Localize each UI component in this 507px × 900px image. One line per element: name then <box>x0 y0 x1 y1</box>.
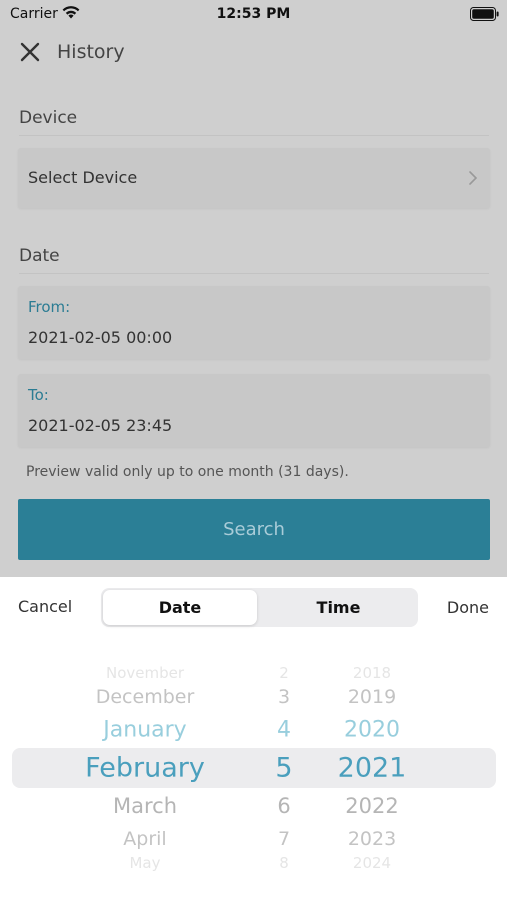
device-divider <box>19 135 489 136</box>
from-date-field[interactable]: From: 2021-02-05 00:00 <box>18 286 490 359</box>
to-value: 2021-02-05 23:45 <box>28 416 173 435</box>
device-section-label: Device <box>19 108 78 128</box>
day-wheel-item: 5 <box>275 752 293 784</box>
year-wheel-item: 2019 <box>347 686 397 708</box>
month-wheel-item: April <box>123 828 167 850</box>
month-wheel-item: February <box>85 752 205 784</box>
range-note: Preview valid only up to one month (31 d… <box>26 464 349 480</box>
nav-bar: History <box>0 28 507 78</box>
year-wheel-item: 2020 <box>344 717 400 743</box>
page-title: History <box>57 41 125 63</box>
date-picker-sheet: Cancel Date Time Done November December Ja… <box>0 577 507 900</box>
month-wheel-item: March <box>112 794 178 818</box>
to-date-field[interactable]: To: 2021-02-05 23:45 <box>18 374 490 447</box>
date-divider <box>19 273 489 274</box>
date-section-label: Date <box>19 246 60 266</box>
from-value: 2021-02-05 00:00 <box>28 328 173 347</box>
day-wheel-item: 7 <box>277 828 291 850</box>
date-time-segmented-control: Date Time <box>101 588 418 627</box>
battery-icon <box>470 7 499 21</box>
chevron-right-icon <box>469 171 478 185</box>
segment-time[interactable]: Time <box>261 590 416 625</box>
month-wheel-item: January <box>103 717 187 743</box>
done-button[interactable]: Done <box>447 598 489 617</box>
history-page: History Device Select Device Date From: … <box>0 28 507 577</box>
from-label: From: <box>28 298 71 316</box>
status-bar: Carrier 12:53 PM <box>0 0 507 28</box>
year-wheel-item: 2018 <box>352 664 392 682</box>
month-wheel-item: November <box>105 664 185 682</box>
month-wheel-item: May <box>129 854 161 872</box>
day-wheel-item: 2 <box>279 664 289 682</box>
select-device-row[interactable]: Select Device <box>18 148 490 208</box>
month-wheel-item: December <box>95 686 195 708</box>
day-wheel-item: 6 <box>277 794 291 818</box>
segment-date[interactable]: Date <box>103 590 257 625</box>
year-wheel-item: 2024 <box>352 854 392 872</box>
year-wheel-item: 2022 <box>345 794 399 818</box>
to-label: To: <box>28 386 49 404</box>
close-icon[interactable] <box>18 40 42 64</box>
search-button[interactable]: Search <box>18 499 490 560</box>
select-device-label: Select Device <box>28 168 138 187</box>
day-wheel-item: 3 <box>277 686 291 708</box>
year-wheel-item: 2023 <box>347 828 397 850</box>
year-wheel-item: 2021 <box>337 752 407 784</box>
status-time: 12:53 PM <box>216 6 291 22</box>
day-wheel-item: 4 <box>277 717 291 743</box>
cancel-button[interactable]: Cancel <box>18 597 72 616</box>
day-wheel-item: 8 <box>279 854 289 872</box>
